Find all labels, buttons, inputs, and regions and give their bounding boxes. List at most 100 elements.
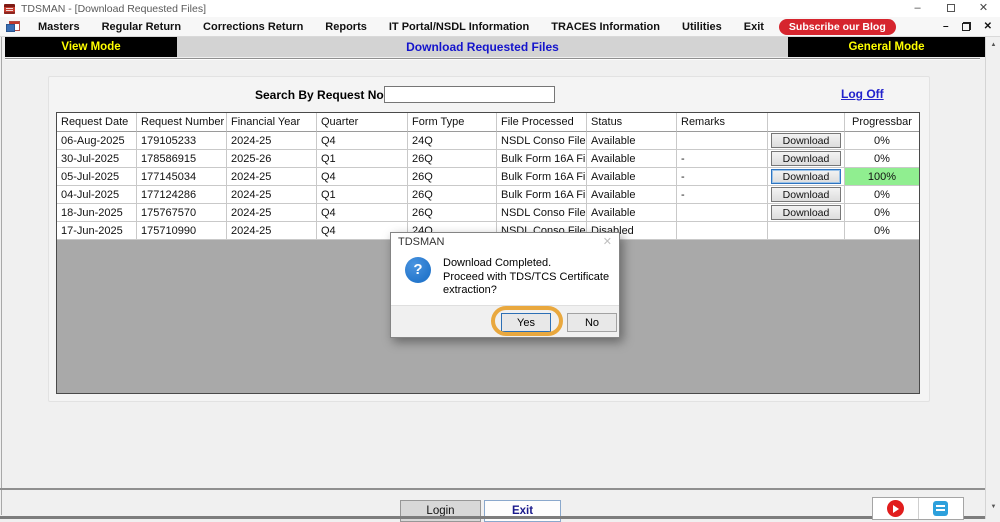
cell-status: Available (587, 132, 677, 150)
cell-fy: 2025-26 (227, 150, 317, 168)
menu-items: MastersRegular ReturnCorrections ReturnR… (27, 21, 775, 33)
cell-date: 04-Jul-2025 (57, 186, 137, 204)
cell-form: 26Q (408, 168, 497, 186)
cell-file: NSDL Conso File (497, 204, 587, 222)
dialog-button-strip: Yes No (391, 305, 619, 337)
cell-file: Bulk Form 16A File (497, 168, 587, 186)
column-header: Remarks (677, 113, 768, 132)
view-mode-button[interactable]: View Mode (5, 37, 177, 57)
close-icon[interactable]: ✕ (967, 0, 1000, 17)
download-button[interactable]: Download (771, 187, 841, 202)
dialog-title: TDSMAN (398, 236, 444, 248)
cell-fy: 2024-25 (227, 168, 317, 186)
cell-date: 17-Jun-2025 (57, 222, 137, 240)
cell-number: 177145034 (137, 168, 227, 186)
cell-action: Download (768, 204, 845, 222)
youtube-link[interactable] (873, 498, 919, 519)
cell-status: Available (587, 186, 677, 204)
mdi-minimize-icon[interactable]: – (943, 22, 949, 32)
download-button[interactable]: Download (771, 151, 841, 166)
cell-progressbar: 0% (845, 222, 919, 240)
dialog-close-icon[interactable]: ✕ (603, 237, 612, 248)
child-window-icon (6, 21, 19, 32)
table-row: 30-Jul-20251785869152025-26Q126QBulk For… (57, 150, 919, 168)
question-icon: ? (405, 257, 431, 283)
maximize-icon[interactable] (934, 0, 967, 17)
divider (5, 58, 980, 60)
cell-number: 179105233 (137, 132, 227, 150)
cell-action (768, 222, 845, 240)
cell-quarter: Q4 (317, 132, 408, 150)
scroll-up-icon[interactable]: ▲ (986, 38, 1000, 53)
mdi-close-icon[interactable]: ✕ (984, 22, 992, 32)
download-button[interactable]: Download (771, 205, 841, 220)
cell-remarks (677, 204, 768, 222)
general-mode-button[interactable]: General Mode (788, 37, 985, 57)
column-header: Request Number (137, 113, 227, 132)
cell-form: 26Q (408, 150, 497, 168)
cell-form: 24Q (408, 132, 497, 150)
cell-number: 175767570 (137, 204, 227, 222)
cell-progressbar: 0% (845, 150, 919, 168)
column-header: Status (587, 113, 677, 132)
footer-divider (0, 488, 998, 490)
search-label: Search By Request No. (255, 88, 387, 102)
scroll-down-icon[interactable]: ▼ (986, 500, 1000, 515)
cell-date: 30-Jul-2025 (57, 150, 137, 168)
vertical-scrollbar[interactable]: ▲ ▼ (985, 37, 1000, 519)
media-links (872, 497, 964, 520)
maximize-glyph (947, 4, 955, 12)
menu-item-traces-information[interactable]: TRACES Information (540, 21, 671, 33)
yes-button[interactable]: Yes (501, 313, 551, 332)
mdi-window-controls: – ✕ (943, 22, 1000, 32)
search-input[interactable] (384, 86, 555, 103)
mode-bar: View Mode Download Requested Files Gener… (0, 37, 1000, 57)
cell-progressbar: 0% (845, 204, 919, 222)
window-edge (1, 37, 2, 515)
cell-number: 178586915 (137, 150, 227, 168)
cell-form: 26Q (408, 186, 497, 204)
cell-fy: 2024-25 (227, 132, 317, 150)
cell-action: Download (768, 132, 845, 150)
column-header: Request Date (57, 113, 137, 132)
menu-item-corrections-return[interactable]: Corrections Return (192, 21, 314, 33)
cell-status: Available (587, 168, 677, 186)
column-header: Quarter (317, 113, 408, 132)
cell-file: Bulk Form 16A File (497, 186, 587, 204)
cell-number: 177124286 (137, 186, 227, 204)
mdi-restore-icon[interactable] (962, 22, 971, 31)
blog-link[interactable] (919, 498, 964, 519)
menu-item-utilities[interactable]: Utilities (671, 21, 733, 33)
no-button[interactable]: No (567, 313, 617, 332)
cell-date: 18-Jun-2025 (57, 204, 137, 222)
menu-item-regular-return[interactable]: Regular Return (91, 21, 192, 33)
dialog-title-bar: TDSMAN ✕ (391, 233, 619, 251)
cell-quarter: Q4 (317, 204, 408, 222)
cell-number: 175710990 (137, 222, 227, 240)
cell-remarks: - (677, 186, 768, 204)
cell-date: 05-Jul-2025 (57, 168, 137, 186)
subscribe-blog-button[interactable]: Subscribe our Blog (779, 19, 896, 35)
cell-remarks: - (677, 168, 768, 186)
cell-fy: 2024-25 (227, 222, 317, 240)
column-header: File Processed (497, 113, 587, 132)
cell-quarter: Q1 (317, 186, 408, 204)
table-row: 18-Jun-20251757675702024-25Q426QNSDL Con… (57, 204, 919, 222)
column-header (768, 113, 845, 132)
table-header-row: Request DateRequest NumberFinancial Year… (57, 113, 919, 132)
cell-form: 26Q (408, 204, 497, 222)
menu-item-exit[interactable]: Exit (733, 21, 775, 33)
download-button[interactable]: Download (771, 169, 841, 184)
log-off-link[interactable]: Log Off (841, 87, 884, 101)
menu-bar: MastersRegular ReturnCorrections ReturnR… (0, 17, 1000, 37)
dialog-message: Download Completed. Proceed with TDS/TCS… (443, 257, 619, 298)
page-title: Download Requested Files (177, 37, 788, 57)
table-row: 04-Jul-20251771242862024-25Q126QBulk For… (57, 186, 919, 204)
download-button[interactable]: Download (771, 133, 841, 148)
dialog: TDSMAN ✕ ? Download Completed. Proceed w… (390, 232, 620, 338)
menu-item-reports[interactable]: Reports (314, 21, 378, 33)
minimize-icon[interactable]: – (901, 0, 934, 17)
menu-item-masters[interactable]: Masters (27, 21, 91, 33)
column-header: Form Type (408, 113, 497, 132)
menu-item-it-portal-nsdl-information[interactable]: IT Portal/NSDL Information (378, 21, 540, 33)
